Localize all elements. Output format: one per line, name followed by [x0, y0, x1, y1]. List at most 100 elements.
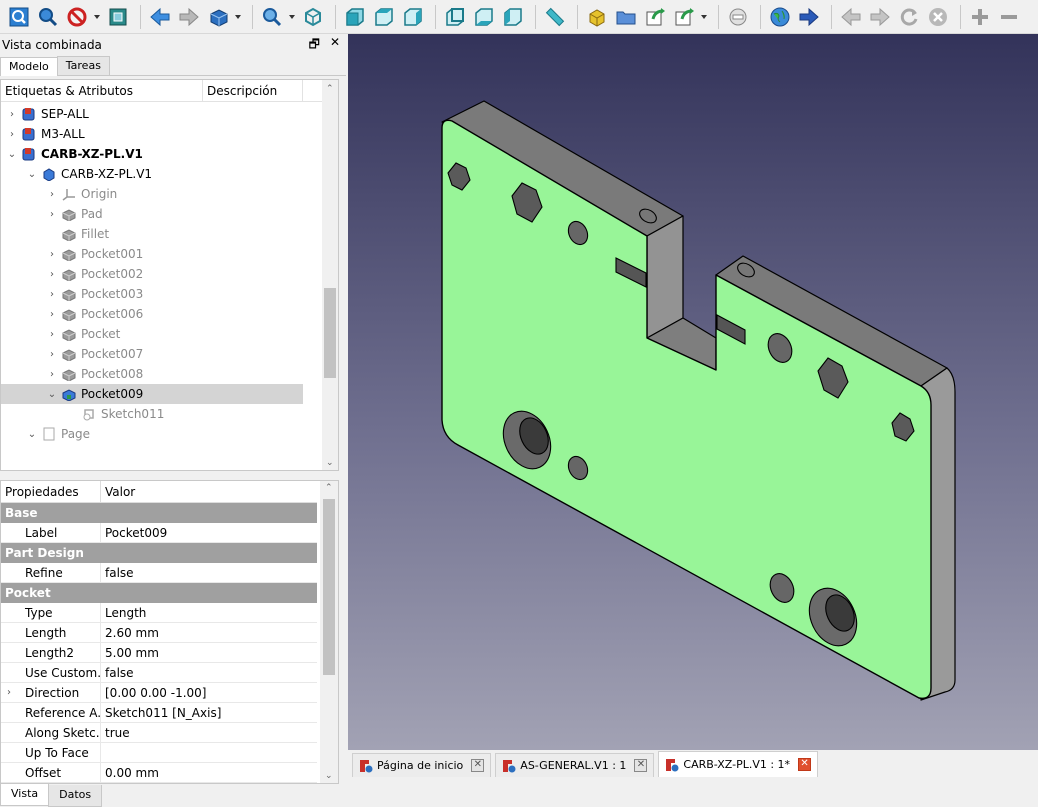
make-link-icon[interactable] [642, 4, 668, 30]
web-home-icon[interactable] [767, 4, 793, 30]
group-pocket[interactable]: Pocket [1, 583, 317, 603]
new-part-icon[interactable] [584, 4, 610, 30]
expand-right-icon[interactable]: › [5, 129, 19, 140]
zoom-icon[interactable] [259, 4, 285, 30]
prop-value[interactable]: Sketch011 [N_Axis] [101, 706, 221, 720]
prop-row-use-custom[interactable]: Use Custom... false [1, 663, 317, 683]
prop-value[interactable]: Pocket009 [101, 526, 167, 540]
prop-row-type[interactable]: Type Length [1, 603, 317, 623]
tree-item[interactable]: ⌄ Pocket009 [1, 384, 303, 404]
zoom-out-icon[interactable] [996, 4, 1022, 30]
close-panel-button[interactable]: ✕ [330, 35, 340, 56]
expand-right-icon[interactable]: › [45, 349, 59, 360]
expand-right-icon[interactable]: › [45, 189, 59, 200]
prop-row-reference-axis[interactable]: Reference A... Sketch011 [N_Axis] [1, 703, 317, 723]
doc-tab-as-general[interactable]: AS-GENERAL.V1 : 1 ✕ [495, 753, 655, 777]
doc-tab-start-page[interactable]: Página de inicio ✕ [352, 753, 492, 777]
close-tab-icon[interactable]: ✕ [471, 759, 485, 772]
prop-row-length[interactable]: Length 2.60 mm [1, 623, 317, 643]
expand-right-icon[interactable]: › [45, 269, 59, 280]
prop-value[interactable]: 0.00 mm [101, 766, 159, 780]
back-arrow-icon[interactable] [147, 4, 173, 30]
view-right-icon[interactable] [400, 4, 426, 30]
expand-arrow-icon[interactable]: › [7, 687, 11, 698]
expand-right-icon[interactable]: › [45, 209, 59, 220]
expand-down-icon[interactable]: ⌄ [25, 169, 39, 180]
expand-right-icon[interactable]: › [45, 309, 59, 320]
group-part-design[interactable]: Part Design [1, 543, 317, 563]
doc-tab-carb-xz-pl[interactable]: CARB-XZ-PL.V1 : 1* ✕ [658, 751, 819, 777]
tab-view[interactable]: Vista [0, 784, 50, 806]
prop-value[interactable]: 5.00 mm [101, 646, 159, 660]
link-actions-icon[interactable] [671, 4, 697, 30]
prop-value[interactable]: true [101, 726, 130, 740]
tab-model[interactable]: Modelo [0, 57, 58, 76]
link-dropdown[interactable] [700, 4, 708, 30]
prop-value[interactable]: false [101, 666, 134, 680]
nav-style-dropdown[interactable] [234, 4, 242, 30]
fit-all-icon[interactable] [6, 4, 32, 30]
view-isometric-icon[interactable] [300, 4, 326, 30]
prop-row-offset[interactable]: Offset 0.00 mm [1, 763, 317, 783]
tree-scrollbar[interactable]: ⌃ ⌄ [322, 80, 338, 470]
forward-arrow-icon[interactable] [176, 4, 202, 30]
expand-right-icon[interactable]: › [45, 289, 59, 300]
3d-viewport[interactable] [348, 34, 1038, 750]
tree-col-labels[interactable]: Etiquetas & Atributos [1, 80, 203, 101]
tree-item[interactable]: › Pocket003 [1, 284, 303, 304]
prop-value[interactable]: Length [101, 606, 146, 620]
tab-tasks[interactable]: Tareas [56, 56, 110, 75]
prop-row-length2[interactable]: Length2 5.00 mm [1, 643, 317, 663]
tree-item[interactable]: › Pocket002 [1, 264, 303, 284]
web-next-disabled-icon[interactable] [867, 4, 893, 30]
stop-icon[interactable] [725, 4, 751, 30]
col-value[interactable]: Valor [101, 481, 139, 502]
expand-right-icon[interactable]: › [5, 109, 19, 120]
tree-scroll-thumb[interactable] [324, 288, 336, 378]
tab-data[interactable]: Datos [48, 785, 103, 807]
prop-row-refine[interactable]: Refine false [1, 563, 317, 583]
web-forward-icon[interactable] [796, 4, 822, 30]
props-scroll-thumb[interactable] [323, 499, 335, 675]
expand-down-icon[interactable]: ⌄ [45, 389, 59, 400]
draw-style-dropdown[interactable] [93, 4, 101, 30]
view-left-icon[interactable] [500, 4, 526, 30]
tree-item[interactable]: › Pocket007 [1, 344, 303, 364]
tree-item[interactable]: › Pocket006 [1, 304, 303, 324]
prop-row-direction[interactable]: › Direction [0.00 0.00 -1.00] [1, 683, 317, 703]
tree-item[interactable]: › Pad [1, 204, 303, 224]
prop-row-along-sketch[interactable]: Along Sketc... true [1, 723, 317, 743]
zoom-in-icon[interactable] [967, 4, 993, 30]
tree-item[interactable]: Sketch011 [1, 404, 303, 424]
prop-value[interactable]: false [101, 566, 134, 580]
view-top-icon[interactable] [371, 4, 397, 30]
prop-row-label[interactable]: Label Pocket009 [1, 523, 317, 543]
tree-item[interactable]: › Pocket008 [1, 364, 303, 384]
close-tab-icon[interactable]: ✕ [634, 759, 648, 772]
expand-right-icon[interactable]: › [45, 369, 59, 380]
close-tab-icon[interactable]: ✕ [798, 758, 812, 771]
prop-value[interactable]: 2.60 mm [101, 626, 159, 640]
tree-item[interactable]: ⌄ Page [1, 424, 303, 444]
zoom-dropdown[interactable] [288, 4, 296, 30]
prop-value[interactable]: [0.00 0.00 -1.00] [101, 686, 206, 700]
tree-item[interactable]: › Pocket001 [1, 244, 303, 264]
prop-row-up-to-face[interactable]: Up To Face [1, 743, 317, 763]
measure-icon[interactable] [542, 4, 568, 30]
stop-web-icon[interactable] [925, 4, 951, 30]
tree-item[interactable]: › SEP-ALL [1, 104, 303, 124]
draw-style-icon[interactable] [64, 4, 90, 30]
tree-item[interactable]: › Origin [1, 184, 303, 204]
web-back-disabled-icon[interactable] [838, 4, 864, 30]
tree-item[interactable]: › Pocket [1, 324, 303, 344]
tree-item[interactable]: ⌄ CARB-XZ-PL.V1 [1, 144, 303, 164]
tree-item[interactable]: ⌄ CARB-XZ-PL.V1 [1, 164, 303, 184]
expand-down-icon[interactable]: ⌄ [25, 429, 39, 440]
bounding-box-icon[interactable] [105, 4, 131, 30]
view-bottom-icon[interactable] [471, 4, 497, 30]
refresh-icon[interactable] [896, 4, 922, 30]
expand-right-icon[interactable]: › [45, 329, 59, 340]
expand-down-icon[interactable]: ⌄ [5, 149, 19, 160]
fit-selection-icon[interactable] [35, 4, 61, 30]
group-base[interactable]: Base [1, 503, 317, 523]
